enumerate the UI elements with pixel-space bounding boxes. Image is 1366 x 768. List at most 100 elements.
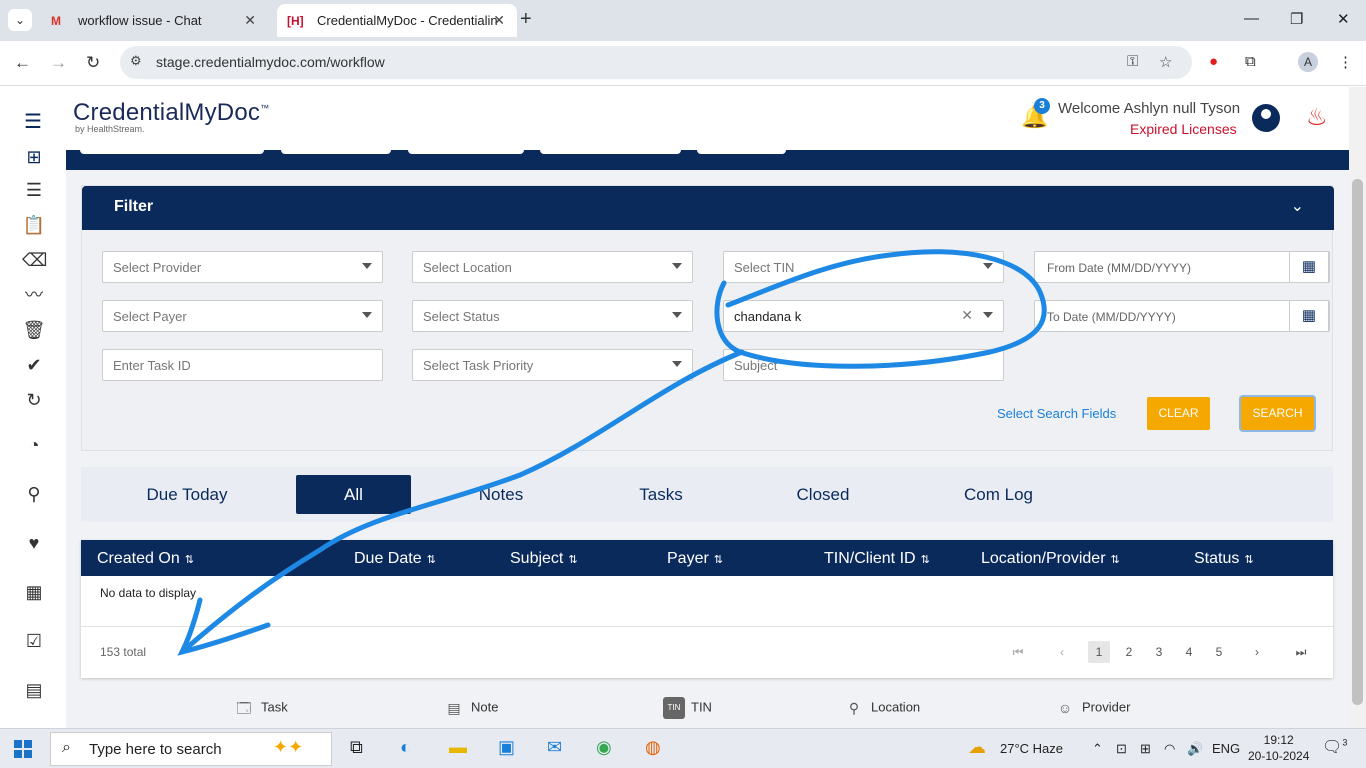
tab-due-today[interactable]: Due Today [127, 475, 247, 514]
edge-icon[interactable]: ◐ [400, 737, 411, 758]
sidebar-checkbox-icon[interactable]: ☑ [22, 629, 46, 653]
page-1[interactable]: 1 [1088, 641, 1110, 663]
notification-center-icon[interactable]: 🗨3 [1322, 737, 1347, 757]
close-tab-icon[interactable]: ✕ [244, 4, 256, 37]
sort-icon[interactable]: ⇅ [714, 554, 723, 566]
mail-icon[interactable]: ✉ [547, 737, 562, 758]
close-tab-icon[interactable]: ✕ [493, 4, 505, 37]
browser-tab-chat[interactable]: M workflow issue - Chat ✕ [38, 4, 268, 37]
expired-licenses-link[interactable]: Expired Licenses [1130, 121, 1237, 137]
tab-tasks[interactable]: Tasks [621, 475, 701, 514]
calendar-icon[interactable]: ▦ [1289, 251, 1329, 283]
provider-select[interactable]: Select Provider [102, 251, 383, 283]
restore-icon[interactable]: ❐ [1290, 10, 1303, 28]
sort-icon[interactable]: ⇅ [185, 554, 194, 566]
language-indicator[interactable]: ENG [1212, 741, 1240, 756]
extension-icon[interactable]: ● [1209, 53, 1218, 70]
sort-icon[interactable]: ⇅ [1244, 554, 1253, 566]
tray-meet-icon[interactable]: ⊡ [1116, 741, 1127, 757]
chrome-icon[interactable]: ◉ [596, 737, 612, 758]
bookmark-star-icon[interactable]: ☆ [1159, 53, 1172, 71]
tray-chevron-icon[interactable]: ⌃ [1092, 741, 1103, 757]
column-tin[interactable]: TIN/Client ID ⇅ [824, 550, 930, 568]
close-window-icon[interactable]: ✕ [1337, 10, 1350, 28]
subject-input[interactable]: Subject [723, 349, 1004, 381]
tab-com-log[interactable]: Com Log [951, 475, 1046, 514]
url-text[interactable]: stage.credentialmydoc.com/workflow [156, 54, 385, 70]
search-button[interactable]: SEARCH [1241, 397, 1314, 430]
tab-notes[interactable]: Notes [461, 475, 541, 514]
sidebar-trash-icon[interactable]: 🗑 [22, 318, 46, 342]
browser-tab-credentialmydoc[interactable]: [H] CredentialMyDoc - Credentialin ✕ [277, 4, 517, 37]
app-logo[interactable]: CredentialMyDoc™ [73, 99, 269, 127]
page-5[interactable]: 5 [1208, 641, 1230, 663]
sidebar-location-pin-icon[interactable]: ⚲ [22, 482, 46, 506]
store-icon[interactable]: ▣ [498, 737, 515, 758]
site-info-icon[interactable]: ⚙ [130, 53, 142, 69]
sort-icon[interactable]: ⇅ [427, 554, 436, 566]
key-icon[interactable]: ⚿ [1127, 53, 1138, 70]
task-view-icon[interactable]: ⧉ [350, 737, 363, 758]
address-bar[interactable]: ⚙ stage.credentialmydoc.com/workflow ⚿ ☆ [120, 46, 1192, 79]
flame-alert-icon[interactable]: ♨ [1306, 103, 1328, 132]
chevron-down-icon[interactable]: ⌄ [1291, 196, 1304, 216]
minimize-icon[interactable]: — [1244, 10, 1259, 27]
page-scrollbar[interactable] [1349, 87, 1366, 728]
page-3[interactable]: 3 [1148, 641, 1170, 663]
sidebar-document-icon[interactable]: ▤ [22, 678, 46, 702]
first-page-icon[interactable]: ⏮ [1007, 641, 1029, 663]
clear-button[interactable]: CLEAR [1147, 397, 1210, 430]
task-priority-select[interactable]: Select Task Priority [412, 349, 693, 381]
tray-volume-icon[interactable]: 🔊 [1187, 741, 1203, 757]
column-subject[interactable]: Subject ⇅ [510, 550, 578, 568]
new-tab-icon[interactable]: + [520, 8, 532, 31]
tray-network-icon[interactable]: ⊞ [1140, 741, 1151, 757]
sidebar-clipboard-icon[interactable]: 📋 [22, 213, 46, 237]
filter-header[interactable]: Filter ⌄ [82, 186, 1334, 230]
sidebar-heart-icon[interactable]: ♥ [22, 531, 46, 555]
sidebar-eraser-icon[interactable]: ⌫ [22, 248, 47, 272]
page-2[interactable]: 2 [1118, 641, 1140, 663]
column-payer[interactable]: Payer ⇅ [667, 550, 723, 568]
column-status[interactable]: Status ⇅ [1194, 550, 1254, 568]
weather-text[interactable]: 27°C Haze [1000, 741, 1063, 756]
profile-avatar[interactable]: A [1298, 52, 1318, 72]
sidebar-calendar-icon[interactable]: ▦ [22, 580, 46, 604]
next-page-icon[interactable]: › [1246, 641, 1268, 663]
from-date-input[interactable]: From Date (MM/DD/YYYY) ▦ [1034, 251, 1330, 283]
prev-page-icon[interactable]: ‹ [1051, 641, 1073, 663]
taskbar-clock[interactable]: 19:12 20-10-2024 [1248, 732, 1309, 764]
to-date-input[interactable]: To Date (MM/DD/YYYY) ▦ [1034, 300, 1330, 332]
extensions-puzzle-icon[interactable]: ⧉ [1245, 53, 1256, 70]
sidebar-pie-chart-icon[interactable]: ◔ [22, 433, 46, 457]
browser-menu-icon[interactable]: ⋮ [1338, 53, 1353, 71]
forward-icon[interactable]: → [50, 53, 67, 73]
tab-closed[interactable]: Closed [778, 475, 868, 514]
sort-icon[interactable]: ⇅ [568, 554, 577, 566]
sidebar-refresh-icon[interactable]: ↻ [22, 388, 46, 412]
sidebar-double-check-icon[interactable]: ✔ [22, 353, 46, 377]
back-icon[interactable]: ← [14, 53, 31, 73]
sidebar-signature-icon[interactable]: 〰 [22, 283, 46, 307]
tab-all[interactable]: All [296, 475, 411, 514]
firefox-icon[interactable]: ◍ [645, 737, 661, 758]
reload-icon[interactable]: ↻ [86, 53, 100, 73]
tab-search-button[interactable]: ⌄ [8, 9, 32, 31]
task-id-input[interactable]: Enter Task ID [102, 349, 383, 381]
tin-select[interactable]: Select TIN [723, 251, 1004, 283]
clear-selection-icon[interactable]: ✕ [961, 307, 973, 324]
sidebar-workflow-icon[interactable]: ⊞ [22, 145, 46, 169]
column-due-date[interactable]: Due Date ⇅ [354, 550, 436, 568]
taskbar-search[interactable]: ⌕ Type here to search ✦✦ [50, 732, 332, 766]
file-explorer-icon[interactable]: ▬ [449, 737, 467, 758]
windows-start-icon[interactable] [14, 740, 32, 758]
page-4[interactable]: 4 [1178, 641, 1200, 663]
last-page-icon[interactable]: ⏭ [1290, 641, 1312, 663]
sidebar-checklist-icon[interactable]: ☰ [22, 178, 46, 202]
hamburger-menu-icon[interactable]: ☰ [24, 109, 42, 134]
column-location-provider[interactable]: Location/Provider ⇅ [981, 550, 1120, 568]
sort-icon[interactable]: ⇅ [921, 554, 930, 566]
tray-wifi-icon[interactable]: ◠ [1164, 741, 1175, 757]
calendar-icon[interactable]: ▦ [1289, 300, 1329, 332]
sort-icon[interactable]: ⇅ [1111, 554, 1120, 566]
